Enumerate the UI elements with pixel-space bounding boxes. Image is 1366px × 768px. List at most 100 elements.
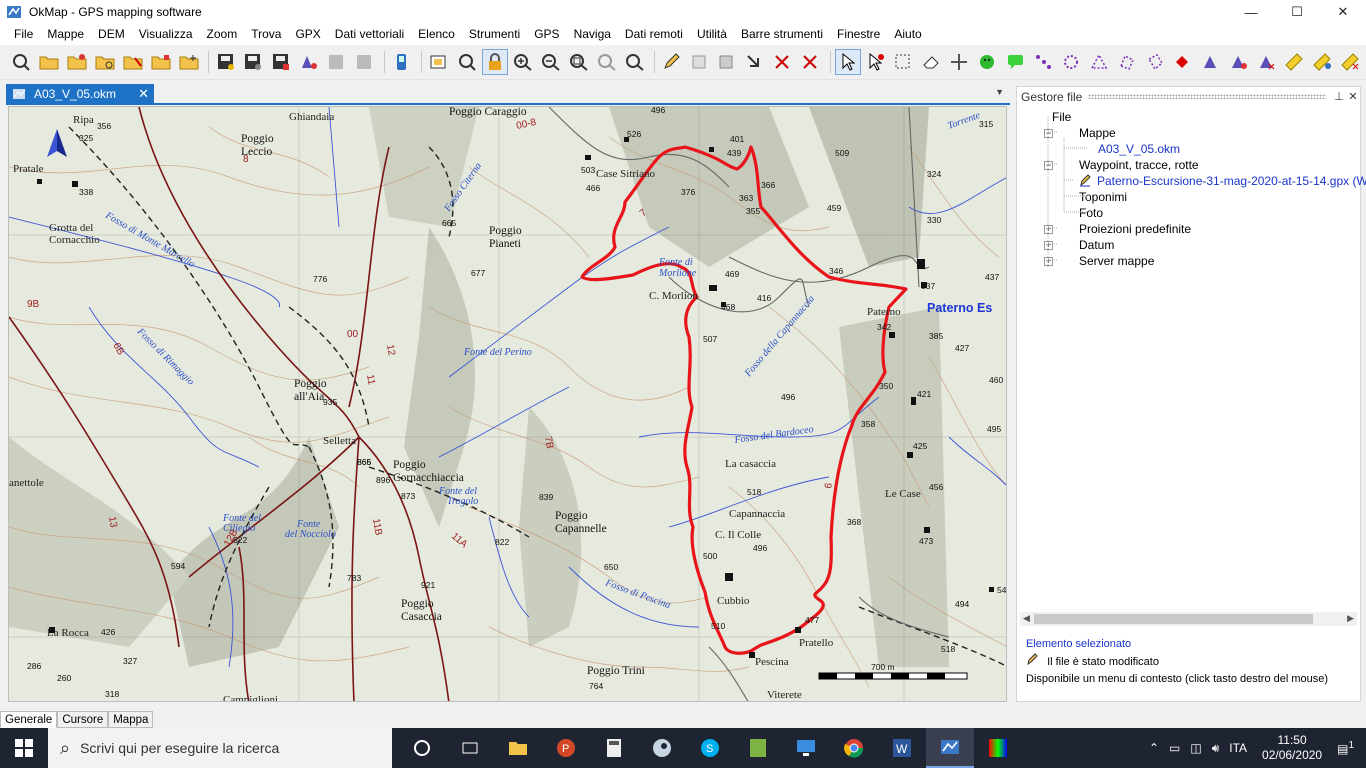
open-folder-icon[interactable] (176, 49, 202, 75)
task-view-icon[interactable] (446, 728, 494, 768)
open-folder-icon[interactable] (36, 49, 62, 75)
map-view[interactable]: 700 m Poggio Caraggio Ghiandaia Ripa Pog… (8, 106, 1007, 702)
close-button[interactable]: ✕ (1320, 0, 1366, 24)
grid-icon[interactable] (687, 49, 713, 75)
edit-pencil-icon[interactable] (659, 49, 685, 75)
panel-close-icon[interactable]: ✕ (1346, 90, 1360, 103)
ruler-icon[interactable] (1338, 49, 1364, 75)
tab-a03-v-05[interactable]: A03_V_05.okm ✕ (6, 84, 154, 104)
open-folder-icon[interactable] (120, 49, 146, 75)
menu-mappe[interactable]: Mappe (40, 24, 91, 45)
clock[interactable]: 11:50 02/06/2020 (1252, 733, 1332, 763)
pointer-add-icon[interactable] (863, 49, 889, 75)
app-icon[interactable] (734, 728, 782, 768)
zoom-icon[interactable] (454, 49, 480, 75)
cortana-icon[interactable] (398, 728, 446, 768)
scroll-left-icon[interactable]: ◀ (1023, 613, 1030, 624)
zoom-extent-icon[interactable] (566, 49, 592, 75)
gps-icon[interactable] (389, 49, 415, 75)
network-icon[interactable]: ◫ (1185, 741, 1206, 755)
open-folder-icon[interactable] (148, 49, 174, 75)
menu-strumenti[interactable]: Strumenti (462, 24, 527, 45)
route-points-icon[interactable] (1031, 49, 1057, 75)
pin-icon[interactable]: ⊥ (1332, 90, 1346, 103)
map-layer-icon[interactable] (426, 49, 452, 75)
waypoint-icon[interactable] (1226, 49, 1252, 75)
ruler-icon[interactable] (1310, 49, 1336, 75)
route-points-icon[interactable] (1087, 49, 1113, 75)
open-folder-icon[interactable] (92, 49, 118, 75)
eraser-icon[interactable] (919, 49, 945, 75)
menu-dati-remoti[interactable]: Dati remoti (618, 24, 690, 45)
volume-icon[interactable]: 🔊︎ (1207, 741, 1225, 756)
move-arrow-icon[interactable] (742, 49, 768, 75)
disabled-icon[interactable] (324, 49, 350, 75)
menu-trova[interactable]: Trova (244, 24, 288, 45)
zoom-1to1-icon[interactable] (622, 49, 648, 75)
okmap-taskbar-icon[interactable] (926, 728, 974, 768)
windows-start-icon[interactable] (0, 728, 48, 768)
show-hidden-icons-icon[interactable]: ⌃ (1144, 741, 1164, 755)
horizontal-scrollbar[interactable]: ◀ ▶ (1020, 612, 1357, 626)
zoom-in-icon[interactable] (510, 49, 536, 75)
open-map-icon[interactable] (8, 49, 34, 75)
delete-icon[interactable] (798, 49, 824, 75)
zoom-out-icon[interactable] (538, 49, 564, 75)
minimize-button[interactable]: — (1228, 0, 1274, 24)
open-folder-icon[interactable] (64, 49, 90, 75)
notifications-icon[interactable]: ▤1 (1332, 740, 1366, 756)
tab-close-icon[interactable]: ✕ (138, 86, 149, 102)
menu-gps[interactable]: GPS (527, 24, 566, 45)
menu-finestre[interactable]: Finestre (830, 24, 887, 45)
tab-cursore[interactable]: Cursore (57, 711, 109, 728)
lock-icon[interactable] (482, 49, 508, 75)
menu-elenco[interactable]: Elenco (411, 24, 462, 45)
menu-naviga[interactable]: Naviga (567, 24, 618, 45)
menu-barre-strumenti[interactable]: Barre strumenti (734, 24, 830, 45)
save-icon[interactable] (213, 49, 239, 75)
powerpoint-icon[interactable]: P (542, 728, 590, 768)
menu-zoom[interactable]: Zoom (200, 24, 245, 45)
delete-icon[interactable] (770, 49, 796, 75)
move-icon[interactable] (947, 49, 973, 75)
tabs-dropdown-icon[interactable]: ▼ (995, 87, 1004, 97)
waypoint-icon[interactable] (1198, 49, 1224, 75)
taskbar-search-box[interactable]: ⌕ Scrivi qui per eseguire la ricerca (48, 728, 392, 768)
menu-dem[interactable]: DEM (91, 24, 132, 45)
maximize-button[interactable]: ☐ (1274, 0, 1320, 24)
smiley-icon[interactable] (975, 49, 1001, 75)
save-icon[interactable] (241, 49, 267, 75)
paint-icon[interactable] (974, 728, 1022, 768)
battery-icon[interactable]: ▭ (1164, 741, 1185, 755)
ruler-icon[interactable] (1282, 49, 1308, 75)
menu-utilita[interactable]: Utilità (690, 24, 734, 45)
waypoint-icon[interactable] (296, 49, 322, 75)
select-area-icon[interactable] (891, 49, 917, 75)
language-indicator[interactable]: ITA (1224, 741, 1252, 755)
panel-drag-handle[interactable] (1088, 94, 1326, 99)
tree-item-map-file[interactable]: A03_V_05.okm (1098, 141, 1180, 157)
scrollbar-thumb[interactable] (1034, 614, 1313, 624)
menu-aiuto[interactable]: Aiuto (887, 24, 928, 45)
steam-icon[interactable] (638, 728, 686, 768)
tab-mappa[interactable]: Mappa (108, 711, 154, 728)
zoom-selection-icon[interactable] (594, 49, 620, 75)
menu-file[interactable]: File (7, 24, 40, 45)
word-icon[interactable]: W (878, 728, 926, 768)
calculator-icon[interactable] (590, 728, 638, 768)
disabled-icon[interactable] (352, 49, 378, 75)
remote-desktop-icon[interactable] (782, 728, 830, 768)
tree-item-gpx-file[interactable]: Paterno-Escursione-31-mag-2020-at-15-14.… (1079, 173, 1366, 189)
chrome-icon[interactable] (830, 728, 878, 768)
grid-icon[interactable] (715, 49, 741, 75)
menu-dati-vettoriali[interactable]: Dati vettoriali (328, 24, 411, 45)
menu-visualizza[interactable]: Visualizza (132, 24, 200, 45)
save-icon[interactable] (268, 49, 294, 75)
scroll-right-icon[interactable]: ▶ (1347, 613, 1354, 624)
route-points-icon[interactable] (1143, 49, 1169, 75)
route-points-icon[interactable] (1059, 49, 1085, 75)
pointer-icon[interactable] (835, 49, 862, 75)
file-explorer-icon[interactable] (494, 728, 542, 768)
speech-bubble-icon[interactable] (1003, 49, 1029, 75)
red-diamond-icon[interactable] (1171, 49, 1197, 75)
